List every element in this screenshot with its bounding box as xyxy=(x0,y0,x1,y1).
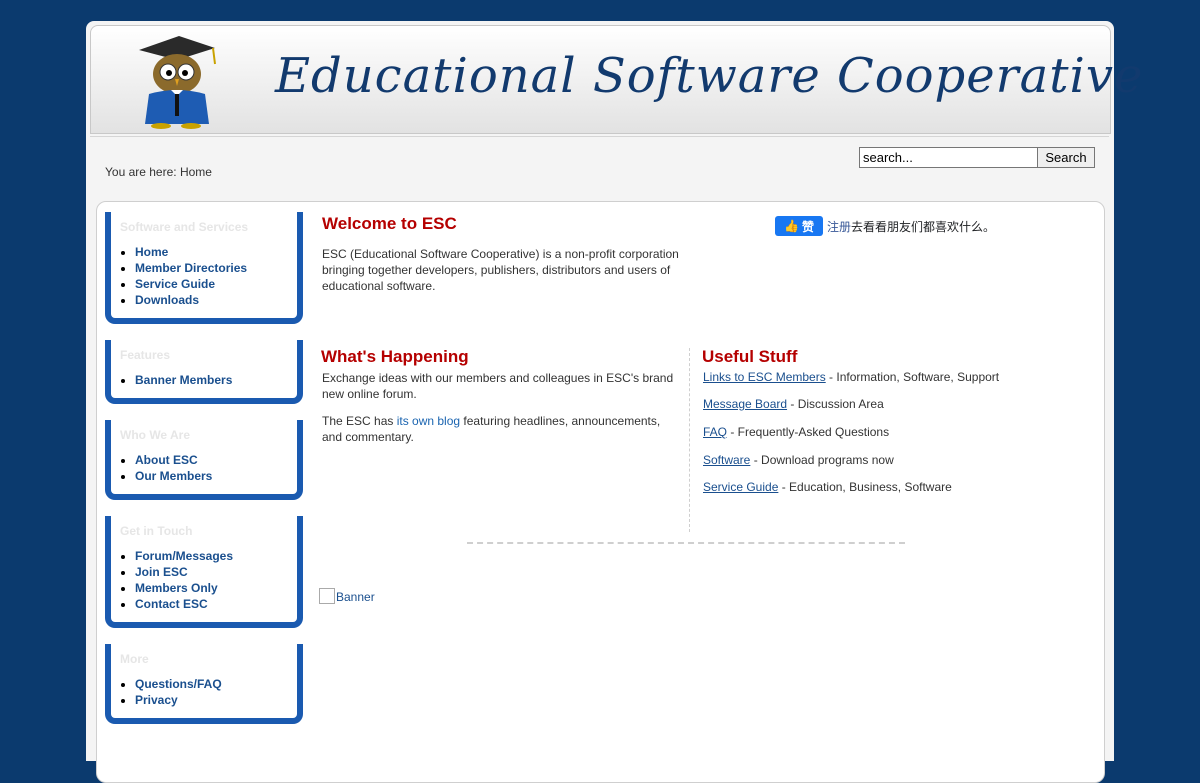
blog-link[interactable]: its own blog xyxy=(397,414,460,428)
sidebar-box-title: Who We Are xyxy=(120,428,191,442)
sidebar-item-our-members[interactable]: Our Members xyxy=(135,469,212,483)
useful-item-description: - Education, Business, Software xyxy=(778,480,952,494)
facebook-like-button[interactable]: 👍 赞 xyxy=(775,216,823,236)
useful-item-description: - Download programs now xyxy=(750,453,894,467)
sidebar-item-contact-esc[interactable]: Contact ESC xyxy=(135,597,208,611)
happening-text-before: The ESC has xyxy=(322,414,397,428)
sidebar-item-members-only[interactable]: Members Only xyxy=(135,581,218,595)
happening-paragraph-1: Exchange ideas with our members and coll… xyxy=(322,371,674,401)
useful-item: FAQ - Frequently-Asked Questions xyxy=(703,425,889,439)
sidebar-item-service-guide[interactable]: Service Guide xyxy=(135,277,215,291)
sidebar-box-title: Features xyxy=(120,348,171,362)
facebook-social-caption: 去看看朋友们都喜欢什么。 xyxy=(851,220,996,234)
sidebar-box-features: Features Banner Members xyxy=(105,340,303,404)
broken-image-icon xyxy=(319,588,335,604)
useful-item: Message Board - Discussion Area xyxy=(703,397,884,411)
sidebar-item-downloads[interactable]: Downloads xyxy=(135,293,199,307)
sidebar-item-banner-members[interactable]: Banner Members xyxy=(135,373,232,387)
useful-item-description: - Frequently-Asked Questions xyxy=(727,425,890,439)
sidebar-item-privacy[interactable]: Privacy xyxy=(135,693,178,707)
useful-link-esc-members[interactable]: Links to ESC Members xyxy=(703,370,826,384)
facebook-signup-link[interactable]: 注册 xyxy=(827,220,851,234)
welcome-text: ESC (Educational Software Cooperative) i… xyxy=(322,247,679,293)
column-divider xyxy=(689,348,690,532)
facebook-like-label: 赞 xyxy=(801,219,814,234)
useful-item: Service Guide - Education, Business, Sof… xyxy=(703,480,952,494)
section-divider xyxy=(467,542,905,544)
sidebar-box-title: Get in Touch xyxy=(120,524,193,538)
breadcrumb: You are here: Home xyxy=(105,165,212,179)
sidebar-item-join-esc[interactable]: Join ESC xyxy=(135,565,188,579)
sidebar-box-more: More Questions/FAQ Privacy xyxy=(105,644,303,724)
search-button[interactable]: Search xyxy=(1037,147,1095,168)
useful-item-description: - Discussion Area xyxy=(787,397,884,411)
sidebar-box-get-in-touch: Get in Touch Forum/Messages Join ESC Mem… xyxy=(105,516,303,628)
sidebar-item-about-esc[interactable]: About ESC xyxy=(135,453,198,467)
welcome-heading: Welcome to ESC xyxy=(322,214,457,233)
sidebar-item-questions-faq[interactable]: Questions/FAQ xyxy=(135,677,222,691)
header-divider xyxy=(90,136,1109,137)
useful-stuff-heading: Useful Stuff xyxy=(702,347,798,366)
useful-item-description: - Information, Software, Support xyxy=(825,370,1000,384)
useful-item: Software - Download programs now xyxy=(703,453,894,467)
happening-heading: What's Happening xyxy=(321,347,469,366)
sidebar-box-software-and-services: Software and Services Home Member Direct… xyxy=(105,212,303,324)
sidebar-item-home[interactable]: Home xyxy=(135,245,168,259)
facebook-social-text: 注册去看看朋友们都喜欢什么。 xyxy=(827,218,995,235)
search-input[interactable] xyxy=(859,147,1039,168)
banner-image[interactable]: Banner xyxy=(319,588,375,604)
thumbs-up-icon: 👍 xyxy=(784,219,799,233)
site-header: Educational Software Cooperative xyxy=(90,25,1142,134)
page-container: Educational Software Cooperative You are… xyxy=(86,21,1142,783)
sidebar-box-who-we-are: Who We Are About ESC Our Members xyxy=(105,420,303,500)
owl-mascot-logo xyxy=(139,36,216,129)
site-title: Educational Software Cooperative xyxy=(275,48,1144,104)
sidebar-box-title: More xyxy=(120,652,149,666)
useful-link-faq[interactable]: FAQ xyxy=(703,425,727,439)
sidebar-item-member-directories[interactable]: Member Directories xyxy=(135,261,247,275)
useful-link-software[interactable]: Software xyxy=(703,453,750,467)
useful-link-service-guide[interactable]: Service Guide xyxy=(703,480,778,494)
useful-item: Links to ESC Members - Information, Soft… xyxy=(703,370,999,384)
banner-alt-text: Banner xyxy=(336,590,375,604)
sidebar-item-forum-messages[interactable]: Forum/Messages xyxy=(135,549,233,563)
sidebar-box-title: Software and Services xyxy=(120,220,249,234)
main-content: Software and Services Home Member Direct… xyxy=(96,201,1105,783)
useful-link-message-board[interactable]: Message Board xyxy=(703,397,787,411)
happening-paragraph-2: The ESC has its own blog featuring headl… xyxy=(322,413,682,445)
